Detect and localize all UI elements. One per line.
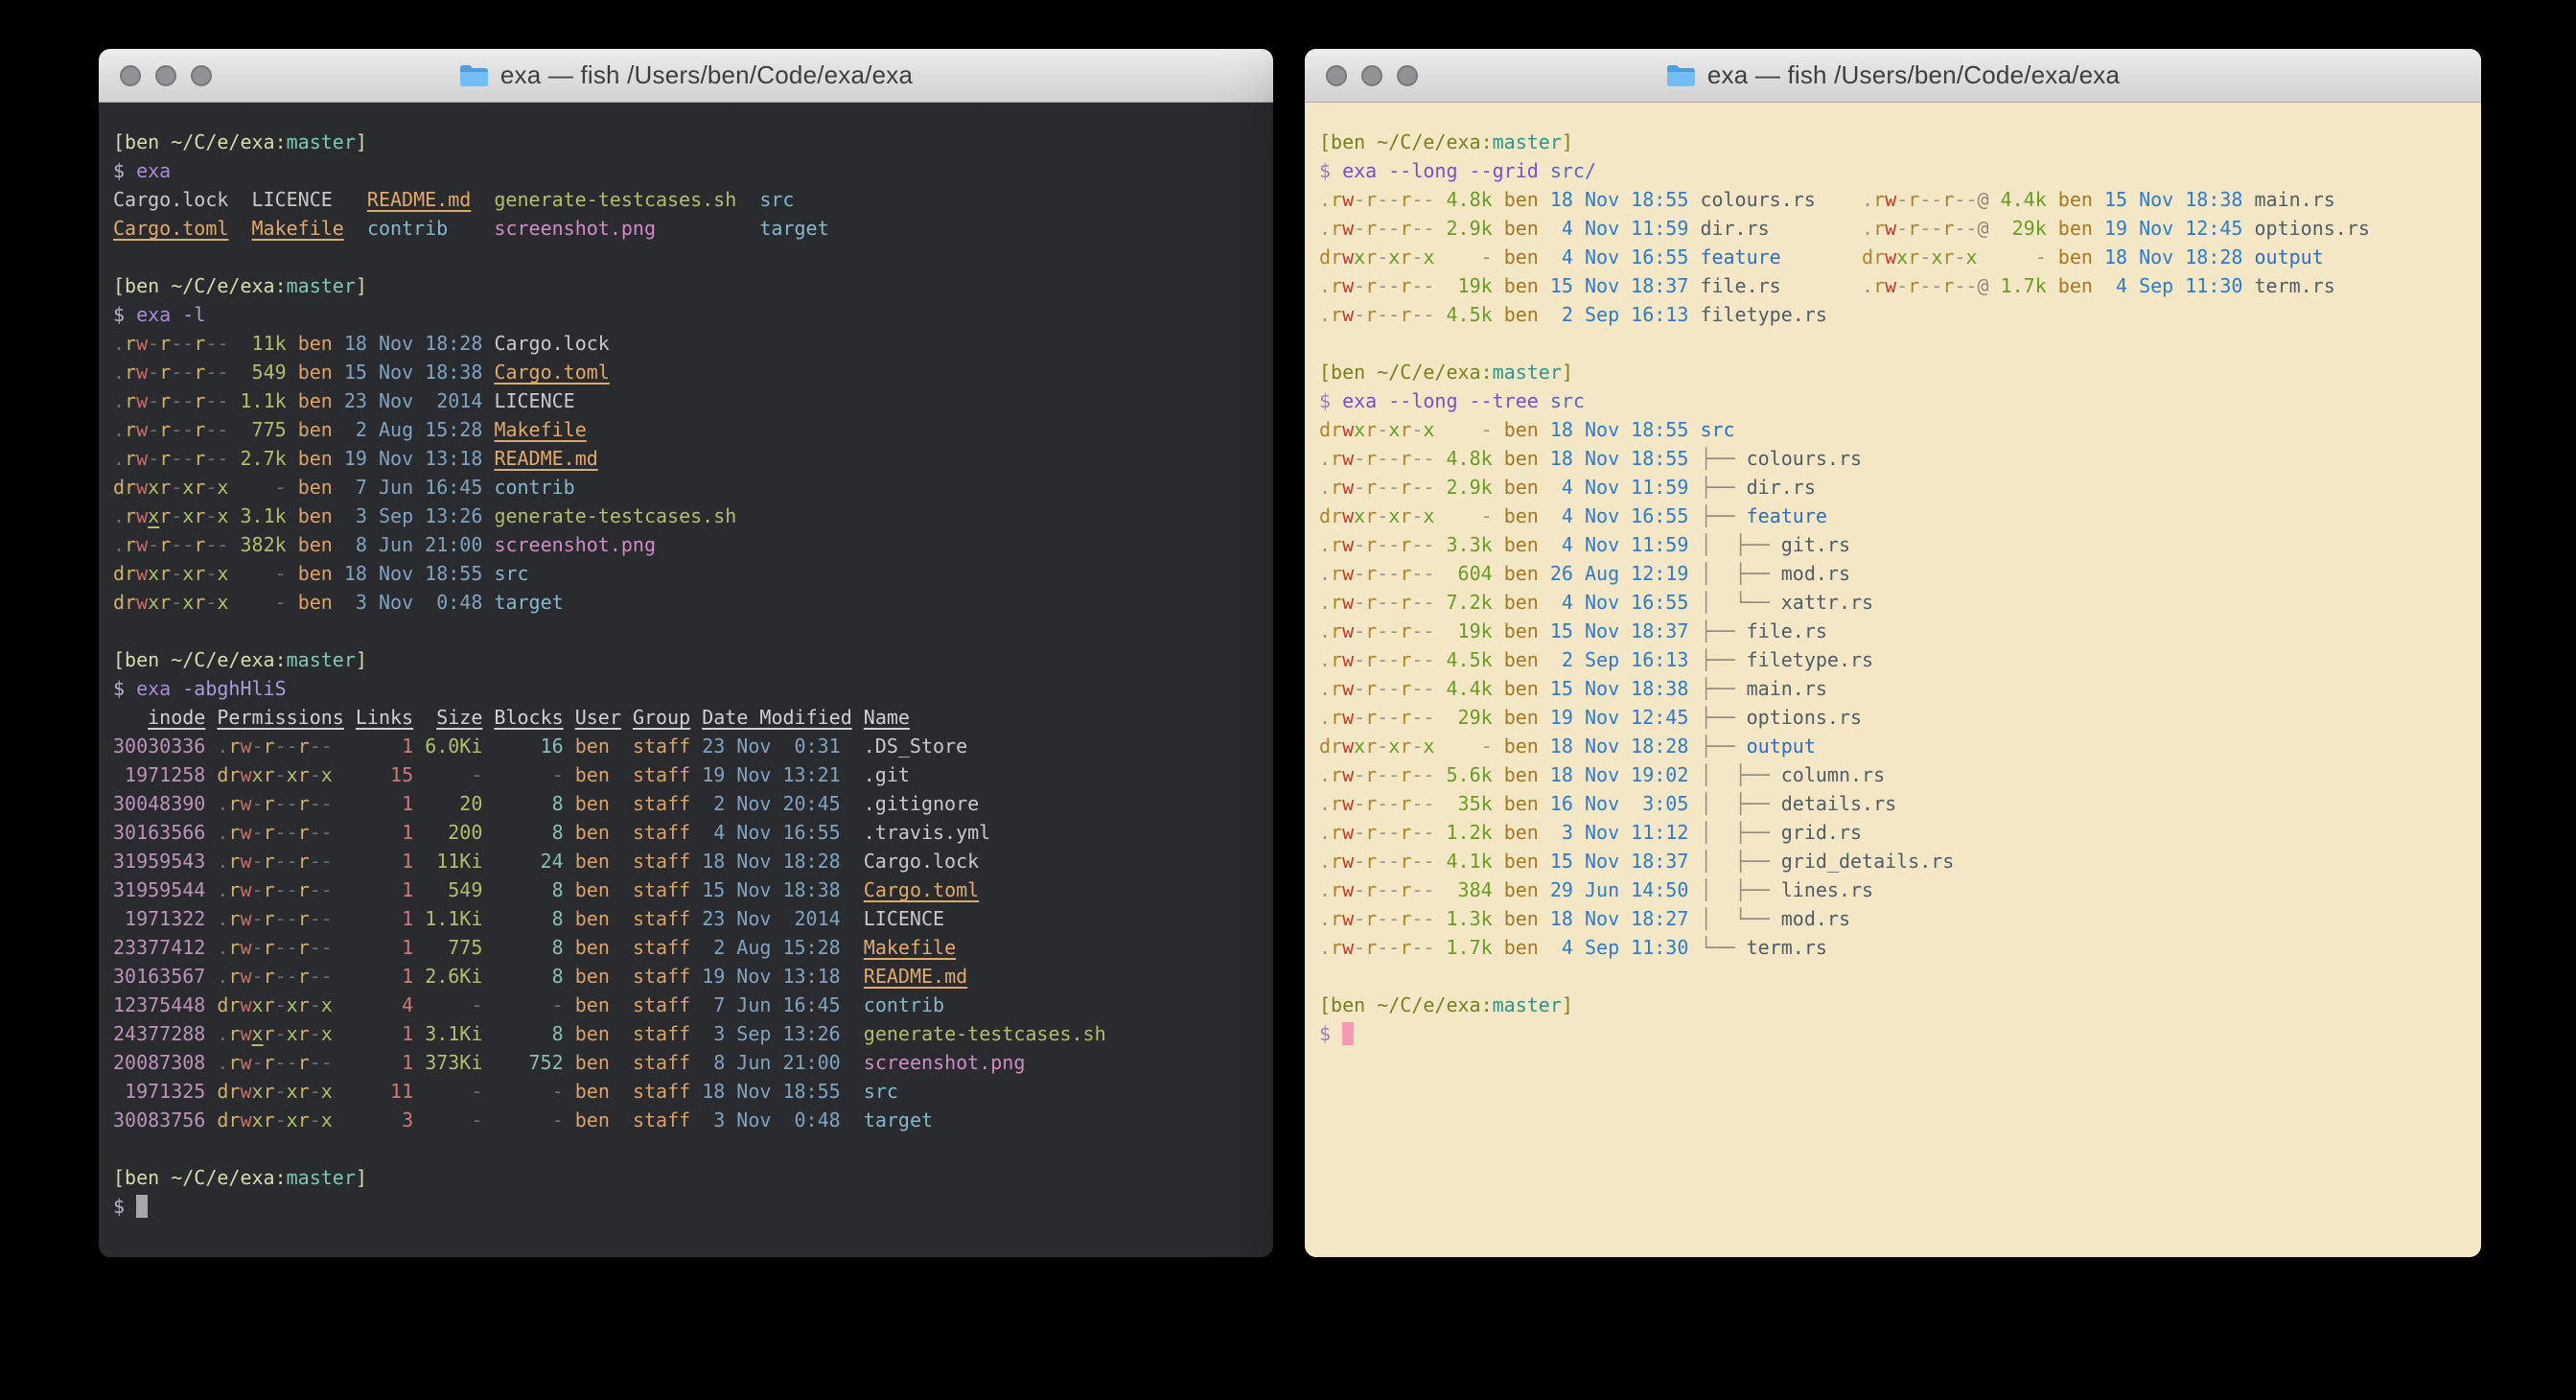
terminal-line: .rw-r--r-- 604 ben 26 Aug 12:19 │ ├── mo… [1319, 559, 2468, 588]
terminal-line: $ [1319, 1019, 2468, 1048]
desktop-background: exa — fish /Users/ben/Code/exa/exa [ben … [0, 0, 2576, 1400]
terminal-line: 24377288 .rwxr-xr-x 1 3.1Ki 8 ben staff … [113, 1019, 1260, 1048]
terminal-line: 1971258 drwxr-xr-x 15 - - ben staff 19 N… [113, 760, 1260, 789]
terminal-line: .rw-r--r-- 4.4k ben 15 Nov 18:38 ├── mai… [1319, 674, 2468, 703]
close-button[interactable] [1326, 65, 1347, 86]
terminal-line: .rw-r--r-- 549 ben 15 Nov 18:38 Cargo.to… [113, 358, 1260, 386]
title-bar[interactable]: exa — fish /Users/ben/Code/exa/exa [1305, 49, 2481, 103]
terminal-line: 30163566 .rw-r--r-- 1 200 8 ben staff 4 … [113, 818, 1260, 847]
minimize-button[interactable] [155, 65, 176, 86]
terminal-line: .rw-r--r-- 1.7k ben 4 Sep 11:30 └── term… [1319, 933, 2468, 962]
traffic-lights [120, 49, 212, 102]
terminal-line: .rw-r--r-- 11k ben 18 Nov 18:28 Cargo.lo… [113, 329, 1260, 358]
terminal-line: 1971322 .rw-r--r-- 1 1.1Ki 8 ben staff 2… [113, 904, 1260, 933]
terminal-line: Cargo.toml Makefile contrib screenshot.p… [113, 214, 1260, 243]
terminal-line: [ben ~/C/e/exa:master] [113, 1163, 1260, 1192]
window-title: exa — fish /Users/ben/Code/exa/exa [1707, 60, 2120, 90]
terminal-line: .rw-r--r-- 4.8k ben 18 Nov 18:55 colours… [1319, 185, 2468, 214]
terminal-line: $ exa --long --tree src [1319, 386, 2468, 415]
terminal-line: 30083756 drwxr-xr-x 3 - - ben staff 3 No… [113, 1106, 1260, 1134]
terminal-line: .rw-r--r-- 5.6k ben 18 Nov 19:02 │ ├── c… [1319, 760, 2468, 789]
terminal-line: drwxr-xr-x - ben 4 Nov 16:55 feature drw… [1319, 243, 2468, 271]
terminal-line: drwxr-xr-x - ben 3 Nov 0:48 target [113, 588, 1260, 617]
title-bar[interactable]: exa — fish /Users/ben/Code/exa/exa [99, 49, 1273, 103]
title-group: exa — fish /Users/ben/Code/exa/exa [459, 60, 913, 90]
terminal-window-dark[interactable]: exa — fish /Users/ben/Code/exa/exa [ben … [99, 49, 1273, 1257]
terminal-line: drwxr-xr-x - ben 7 Jun 16:45 contrib [113, 473, 1260, 502]
terminal-line: [ben ~/C/e/exa:master] [113, 128, 1260, 156]
terminal-line: .rw-r--r-- 1.3k ben 18 Nov 18:27 │ └── m… [1319, 904, 2468, 933]
terminal-line: 1971325 drwxr-xr-x 11 - - ben staff 18 N… [113, 1077, 1260, 1106]
terminal-line [113, 1134, 1260, 1163]
terminal-line: .rw-r--r-- 2.7k ben 19 Nov 13:18 README.… [113, 444, 1260, 473]
terminal-line: 30048390 .rw-r--r-- 1 20 8 ben staff 2 N… [113, 789, 1260, 818]
minimize-button[interactable] [1361, 65, 1382, 86]
terminal-line: Cargo.lock LICENCE README.md generate-te… [113, 185, 1260, 214]
terminal-line: 31959544 .rw-r--r-- 1 549 8 ben staff 15… [113, 875, 1260, 904]
terminal-line: [ben ~/C/e/exa:master] [113, 645, 1260, 674]
terminal-line: drwxr-xr-x - ben 18 Nov 18:28 ├── output [1319, 732, 2468, 760]
terminal-line: .rw-r--r-- 4.8k ben 18 Nov 18:55 ├── col… [1319, 444, 2468, 473]
window-title: exa — fish /Users/ben/Code/exa/exa [500, 60, 913, 90]
terminal-line: drwxr-xr-x - ben 4 Nov 16:55 ├── feature [1319, 502, 2468, 530]
terminal-line: $ exa -l [113, 300, 1260, 329]
terminal-window-light[interactable]: exa — fish /Users/ben/Code/exa/exa [ben … [1305, 49, 2481, 1257]
folder-icon [1666, 64, 1696, 87]
terminal-line [113, 243, 1260, 271]
terminal-line: .rw-r--r-- 7.2k ben 4 Nov 16:55 │ └── xa… [1319, 588, 2468, 617]
terminal-line: $ exa [113, 156, 1260, 185]
terminal-line: .rw-r--r-- 29k ben 19 Nov 12:45 ├── opti… [1319, 703, 2468, 732]
terminal-line: [ben ~/C/e/exa:master] [1319, 128, 2468, 156]
terminal-line: $ [113, 1192, 1260, 1221]
terminal-line: $ exa --long --grid src/ [1319, 156, 2468, 185]
terminal-line: .rw-r--r-- 384 ben 29 Jun 14:50 │ ├── li… [1319, 875, 2468, 904]
terminal-line: 30163567 .rw-r--r-- 1 2.6Ki 8 ben staff … [113, 962, 1260, 991]
terminal-line: .rw-r--r-- 4.1k ben 15 Nov 18:37 │ ├── g… [1319, 847, 2468, 875]
terminal-line: .rw-r--r-- 2.9k ben 4 Nov 11:59 dir.rs .… [1319, 214, 2468, 243]
terminal-line: 31959543 .rw-r--r-- 1 11Ki 24 ben staff … [113, 847, 1260, 875]
terminal-line: .rw-r--r-- 775 ben 2 Aug 15:28 Makefile [113, 415, 1260, 444]
terminal-line [1319, 962, 2468, 991]
terminal-line: $ exa -abghHliS [113, 674, 1260, 703]
terminal-line: [ben ~/C/e/exa:master] [1319, 991, 2468, 1019]
terminal-line: drwxr-xr-x - ben 18 Nov 18:55 src [1319, 415, 2468, 444]
title-group: exa — fish /Users/ben/Code/exa/exa [1666, 60, 2120, 90]
traffic-lights [1326, 49, 1418, 102]
terminal-line: .rw-r--r-- 4.5k ben 2 Sep 16:13 ├── file… [1319, 645, 2468, 674]
close-button[interactable] [120, 65, 141, 86]
terminal-line: .rw-r--r-- 2.9k ben 4 Nov 11:59 ├── dir.… [1319, 473, 2468, 502]
terminal-line: .rwxr-xr-x 3.1k ben 3 Sep 13:26 generate… [113, 502, 1260, 530]
terminal-line: 23377412 .rw-r--r-- 1 775 8 ben staff 2 … [113, 933, 1260, 962]
terminal-line: .rw-r--r-- 382k ben 8 Jun 21:00 screensh… [113, 530, 1260, 559]
terminal-line: .rw-r--r-- 1.2k ben 3 Nov 11:12 │ ├── gr… [1319, 818, 2468, 847]
terminal-line: .rw-r--r-- 19k ben 15 Nov 18:37 ├── file… [1319, 617, 2468, 645]
terminal-line: .rw-r--r-- 4.5k ben 2 Sep 16:13 filetype… [1319, 300, 2468, 329]
terminal-line [1319, 329, 2468, 358]
terminal-line [113, 617, 1260, 645]
terminal-line: 20087308 .rw-r--r-- 1 373Ki 752 ben staf… [113, 1048, 1260, 1077]
terminal-line: drwxr-xr-x - ben 18 Nov 18:55 src [113, 559, 1260, 588]
terminal-line: .rw-r--r-- 35k ben 16 Nov 3:05 │ ├── det… [1319, 789, 2468, 818]
terminal-line: inode Permissions Links Size Blocks User… [113, 703, 1260, 732]
folder-icon [459, 64, 489, 87]
zoom-button[interactable] [191, 65, 212, 86]
terminal-line: .rw-r--r-- 19k ben 15 Nov 18:37 file.rs … [1319, 271, 2468, 300]
terminal-line: .rw-r--r-- 3.3k ben 4 Nov 11:59 │ ├── gi… [1319, 530, 2468, 559]
terminal-line: 12375448 drwxr-xr-x 4 - - ben staff 7 Ju… [113, 991, 1260, 1019]
terminal-line: [ben ~/C/e/exa:master] [113, 271, 1260, 300]
terminal-output[interactable]: [ben ~/C/e/exa:master]$ exa --long --gri… [1305, 103, 2481, 1257]
terminal-output[interactable]: [ben ~/C/e/exa:master]$ exaCargo.lock LI… [99, 103, 1273, 1257]
terminal-line: [ben ~/C/e/exa:master] [1319, 358, 2468, 386]
terminal-line: .rw-r--r-- 1.1k ben 23 Nov 2014 LICENCE [113, 386, 1260, 415]
terminal-line: 30030336 .rw-r--r-- 1 6.0Ki 16 ben staff… [113, 732, 1260, 760]
zoom-button[interactable] [1397, 65, 1418, 86]
